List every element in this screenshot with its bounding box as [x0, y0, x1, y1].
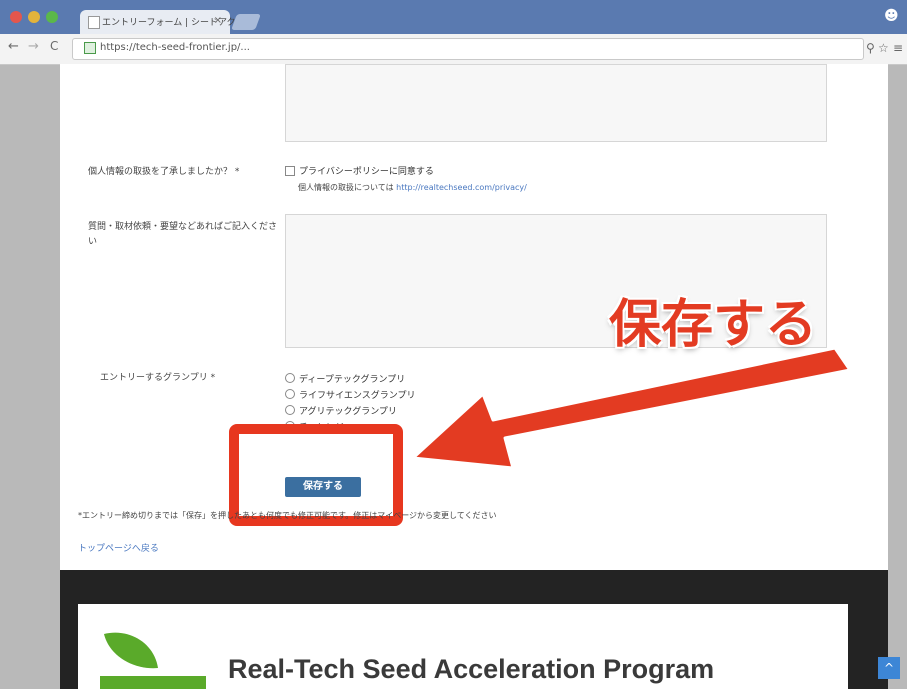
page-favicon-icon	[88, 16, 100, 29]
privacy-consent-checkbox[interactable]	[285, 165, 295, 176]
grandprix-option-label: ディープテックグランプリ	[299, 374, 406, 385]
radio-button[interactable]	[285, 373, 295, 383]
footnote-text: *エントリー締め切りまでは「保存」を押したあとも何度でも修正可能です。修正はマイ…	[78, 511, 497, 520]
browser-tab[interactable]: エントリーフォーム | シードアク ×	[80, 10, 236, 34]
page-action-icon[interactable]: ⚲	[866, 41, 875, 55]
privacy-note-text: 個人情報の取扱については	[298, 183, 394, 192]
top-page-link[interactable]: トップページへ戻る	[78, 541, 159, 554]
address-bar-url: https://tech-seed-frontier.jp/...	[100, 42, 250, 53]
privacy-consent-row[interactable]: プライバシーポリシーに同意する	[285, 164, 434, 177]
radio-button[interactable]	[285, 405, 295, 415]
maximize-window-button[interactable]	[46, 11, 58, 23]
scroll-to-top-icon[interactable]: ^	[878, 657, 900, 679]
notes-label: 質問・取材依頼・要望などあればご記入ください	[88, 222, 278, 247]
privacy-note: 個人情報の取扱については http://realtechseed.com/pri…	[298, 182, 527, 193]
radio-button[interactable]	[285, 389, 295, 399]
close-window-button[interactable]	[10, 11, 22, 23]
leaf-logo-icon	[100, 632, 206, 689]
forward-button[interactable]: →	[28, 39, 39, 54]
privacy-policy-link[interactable]: http://realtechseed.com/privacy/	[396, 183, 527, 192]
previous-textarea[interactable]	[285, 64, 827, 142]
grandprix-label: エントリーするグランプリ *	[100, 373, 216, 383]
annotation-callout: 保存する	[609, 295, 818, 355]
tab-close-icon[interactable]: ×	[214, 15, 222, 26]
minimize-window-button[interactable]	[28, 11, 40, 23]
grandprix-option-label: アグリテックグランプリ	[299, 406, 397, 417]
privacy-consent-label: プライバシーポリシーに同意する	[299, 167, 434, 177]
program-title: Real-Tech Seed Acceleration Program	[228, 654, 715, 684]
annotation-arrow-icon	[411, 346, 852, 470]
back-button[interactable]: ←	[8, 39, 19, 54]
profile-icon[interactable]: ☻	[884, 8, 899, 24]
privacy-label: 個人情報の取扱を了承しましたか？ *	[88, 167, 240, 177]
bookmark-star-icon[interactable]: ☆	[878, 41, 889, 55]
menu-icon[interactable]: ≡	[893, 41, 903, 55]
secure-lock-icon	[84, 42, 96, 54]
reload-button[interactable]: C	[50, 39, 58, 53]
